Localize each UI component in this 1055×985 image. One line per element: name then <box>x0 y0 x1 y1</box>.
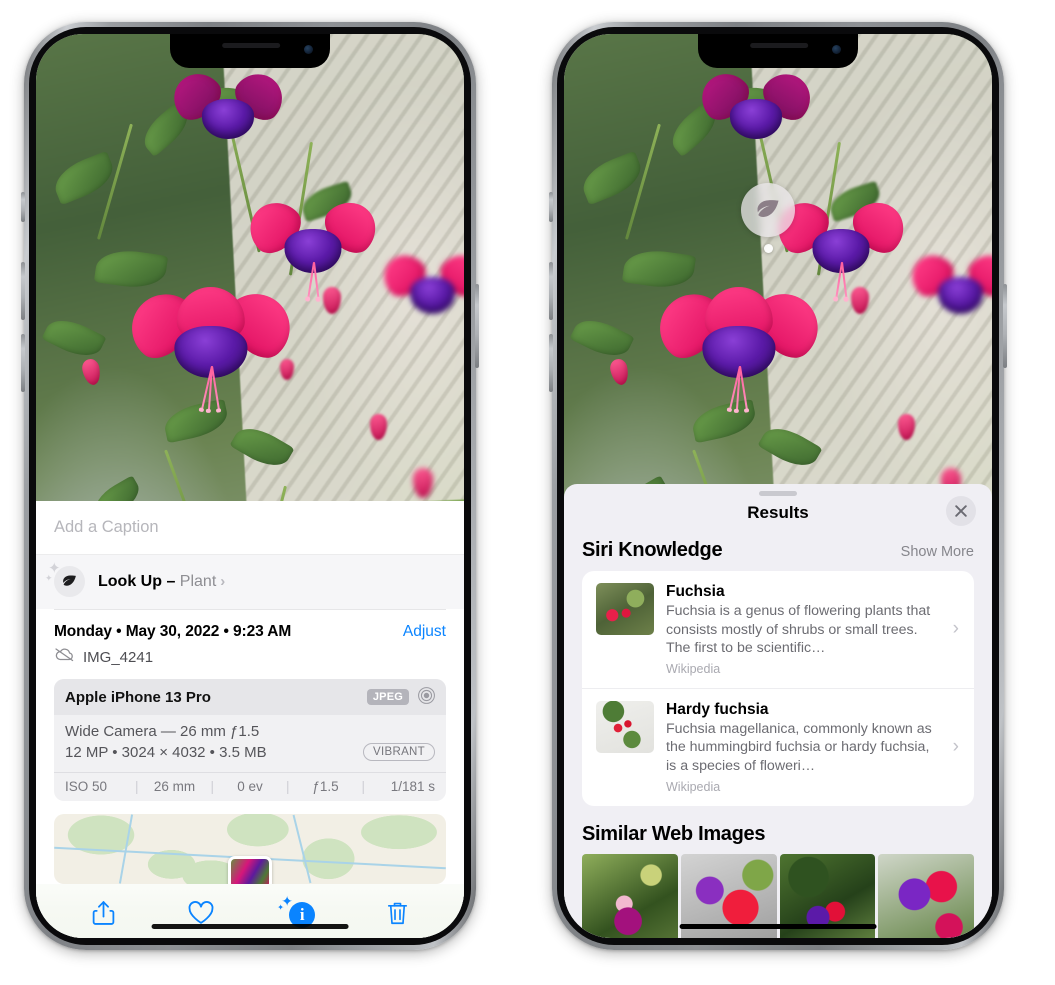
results-sheet: Results Siri Knowledge Show More Fuchsia… <box>564 484 992 938</box>
page-title: Results <box>747 503 809 522</box>
look-up-action: Look Up – <box>98 572 176 590</box>
silence-switch[interactable] <box>549 192 553 222</box>
result-title: Hardy fuchsia <box>666 700 769 718</box>
fuchsia-flower <box>239 191 387 299</box>
home-indicator[interactable] <box>151 924 349 929</box>
photo-toolbar: ✦ ✦ i <box>36 884 464 938</box>
result-thumbnail <box>596 700 654 753</box>
volume-up-button[interactable] <box>21 262 25 320</box>
section-title: Siri Knowledge <box>582 539 723 561</box>
similar-image-thumbnail[interactable] <box>878 853 974 938</box>
divider: | <box>134 779 139 794</box>
location-map[interactable] <box>54 814 446 884</box>
leaf-icon <box>757 200 779 217</box>
similar-web-images-header: Similar Web Images <box>564 806 992 854</box>
fuchsia-flower <box>163 64 292 142</box>
stat-focal-length: 26 mm <box>153 779 196 794</box>
divider: | <box>361 779 365 794</box>
power-button[interactable] <box>1003 284 1007 368</box>
front-camera <box>832 45 841 54</box>
left-phone-notch <box>170 34 330 68</box>
fuchsia-flower <box>117 280 304 410</box>
divider: | <box>285 779 290 794</box>
volume-down-button[interactable] <box>549 334 553 392</box>
chevron-right-icon: › <box>952 618 959 640</box>
right-phone-device: Results Siri Knowledge Show More Fuchsia… <box>549 22 1007 950</box>
front-camera <box>304 45 313 54</box>
exif-stats: ISO 50 | 26 mm | 0 ev | ƒ1.5 | 1/181 s <box>54 772 446 801</box>
volume-up-button[interactable] <box>549 262 553 320</box>
similar-image-thumbnail[interactable] <box>582 853 678 938</box>
photo-info-sheet: Add a Caption ✦ ✦ Look Up – Plant › Mond… <box>36 501 464 938</box>
chevron-right-icon: › <box>952 736 959 758</box>
result-source: Wikipedia <box>666 779 721 794</box>
list-item[interactable]: Fuchsia Fuchsia is a genus of flowering … <box>582 571 974 688</box>
siri-knowledge-card: Fuchsia Fuchsia is a genus of flowering … <box>582 571 974 806</box>
sparkle-icon: ✦ <box>277 903 284 912</box>
divider: | <box>210 779 214 794</box>
leaf-icon: ✦ ✦ <box>45 561 85 597</box>
visual-lookup-anchor-dot <box>764 244 773 253</box>
result-description: Fuchsia is a genus of flowering plants t… <box>666 603 931 657</box>
lens-info: Wide Camera — 26 mm ƒ1.5 <box>65 723 260 740</box>
siri-knowledge-header: Siri Knowledge Show More <box>564 537 992 571</box>
result-source: Wikipedia <box>666 661 721 676</box>
left-phone-screen: Add a Caption ✦ ✦ Look Up – Plant › Mond… <box>36 34 464 938</box>
stat-aperture: ƒ1.5 <box>312 779 339 794</box>
photo-metadata: Monday • May 30, 2022 • 9:23 AM Adjust I… <box>36 609 464 679</box>
exif-header: Apple iPhone 13 Pro JPEG <box>54 679 446 715</box>
format-badge: JPEG <box>366 689 409 705</box>
section-title: Similar Web Images <box>582 822 766 845</box>
look-up-row[interactable]: ✦ ✦ Look Up – Plant › <box>36 554 464 609</box>
stat-shutter-speed: 1/181 s <box>390 779 435 794</box>
volume-down-button[interactable] <box>21 334 25 392</box>
chevron-right-icon: › <box>220 572 226 590</box>
fuchsia-flower <box>374 246 464 317</box>
camera-model: Apple iPhone 13 Pro <box>65 688 211 706</box>
close-button[interactable] <box>946 496 976 526</box>
visual-lookup-badge[interactable] <box>741 183 795 237</box>
stat-iso: ISO 50 <box>65 779 108 794</box>
result-description: Fuchsia magellanica, commonly known as t… <box>666 720 932 774</box>
photographic-style-badge: VIBRANT <box>363 743 435 761</box>
close-icon <box>955 505 967 517</box>
fuchsia-flower <box>645 280 832 410</box>
show-more-button[interactable]: Show More <box>901 544 974 560</box>
cloud-slash-icon <box>54 647 75 667</box>
exif-card[interactable]: Apple iPhone 13 Pro JPEG Wide Camera — 2… <box>54 679 446 801</box>
power-button[interactable] <box>475 284 479 368</box>
right-phone-screen: Results Siri Knowledge Show More Fuchsia… <box>564 34 992 938</box>
map-photo-pin[interactable] <box>228 856 272 884</box>
share-button[interactable] <box>91 899 116 927</box>
aperture-icon <box>417 686 436 708</box>
silence-switch[interactable] <box>21 192 25 222</box>
result-thumbnail <box>596 583 654 635</box>
adjust-button[interactable]: Adjust <box>403 623 446 641</box>
exif-body: Wide Camera — 26 mm ƒ1.5 12 MP • 3024 × … <box>54 715 446 765</box>
earpiece-speaker <box>750 43 809 48</box>
right-phone-notch <box>698 34 858 68</box>
resolution-info: 12 MP • 3024 × 4032 • 3.5 MB <box>65 743 267 761</box>
caption-input[interactable]: Add a Caption <box>36 501 464 554</box>
capture-date: Monday • May 30, 2022 • 9:23 AM <box>54 623 292 640</box>
fuchsia-flower <box>691 64 820 142</box>
list-item[interactable]: Hardy fuchsia Fuchsia magellanica, commo… <box>582 687 974 806</box>
earpiece-speaker <box>222 43 281 48</box>
file-name: IMG_4241 <box>83 648 154 666</box>
look-up-subject: Plant <box>179 572 217 590</box>
favorite-button[interactable] <box>187 900 215 926</box>
look-up-label: Look Up – Plant › <box>98 573 225 591</box>
screenshot-root: Add a Caption ✦ ✦ Look Up – Plant › Mond… <box>0 0 1055 985</box>
results-header: Results <box>564 496 992 537</box>
delete-button[interactable] <box>386 900 409 927</box>
stat-exposure-value: 0 ev <box>237 779 263 794</box>
left-phone-device: Add a Caption ✦ ✦ Look Up – Plant › Mond… <box>21 22 479 950</box>
sparkle-icon: ✦ <box>45 573 53 583</box>
home-indicator[interactable] <box>679 924 877 929</box>
result-title: Fuchsia <box>666 583 725 600</box>
fuchsia-flower <box>767 191 915 299</box>
fuchsia-flower <box>902 246 992 317</box>
